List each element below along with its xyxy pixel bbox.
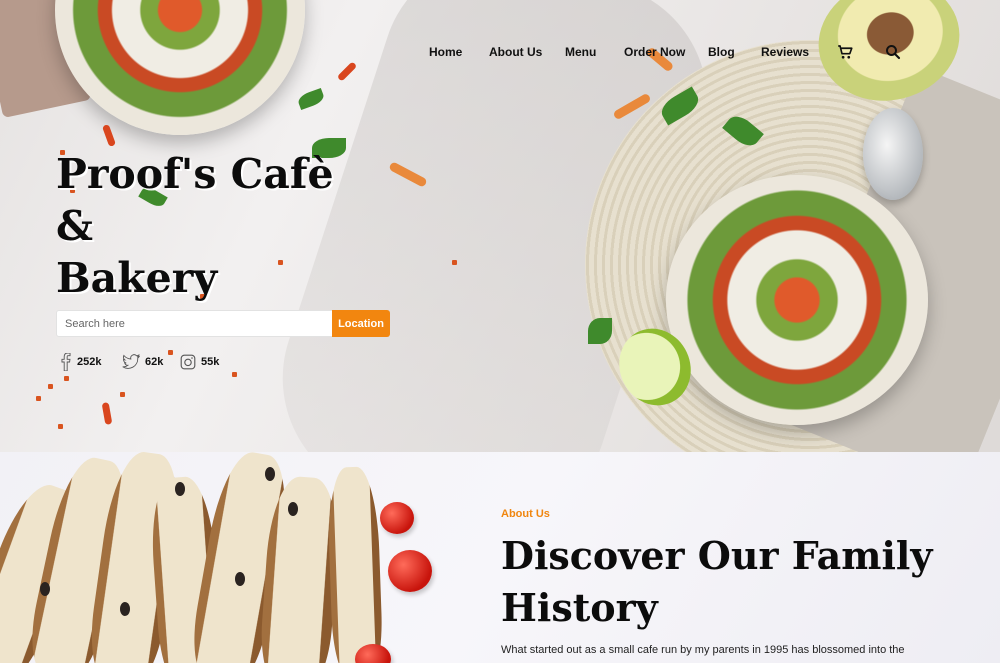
- instagram-count: 55k: [201, 356, 220, 368]
- spice-decoration: [36, 396, 41, 401]
- nav-about-us[interactable]: About Us: [489, 45, 542, 59]
- title-line: &: [56, 202, 94, 250]
- nav-order-now[interactable]: Order Now: [624, 45, 685, 59]
- olive-decoration: [175, 482, 185, 496]
- title-line: Proof's Cafè: [56, 150, 334, 198]
- olive-decoration: [265, 467, 275, 481]
- spice-decoration: [168, 350, 173, 355]
- instagram-icon: [180, 354, 196, 370]
- search-icon[interactable]: [884, 43, 902, 61]
- page-title: Proof's Cafè & Bakery: [56, 148, 386, 304]
- olive-decoration: [40, 582, 50, 596]
- section-eyebrow: About Us: [501, 508, 550, 520]
- nav-home[interactable]: Home: [429, 45, 462, 59]
- spice-decoration: [64, 376, 69, 381]
- olive-decoration: [235, 572, 245, 586]
- title-line: Bakery: [56, 254, 218, 302]
- nav-reviews[interactable]: Reviews: [761, 45, 809, 59]
- main-nav: Home About Us Menu Order Now Blog Review…: [0, 45, 1000, 65]
- spice-decoration: [48, 384, 53, 389]
- facebook-icon: [60, 353, 72, 371]
- food-bowl-image: [55, 0, 305, 135]
- section-text: What started out as a small cafe run by …: [501, 644, 905, 656]
- twitter-link[interactable]: 62k: [122, 352, 163, 372]
- bread-image: [326, 466, 384, 663]
- twitter-count: 62k: [145, 356, 164, 368]
- cart-icon[interactable]: [836, 43, 854, 61]
- twitter-icon: [122, 354, 140, 370]
- tomato-image: [355, 644, 391, 663]
- nav-menu[interactable]: Menu: [565, 45, 596, 59]
- nav-blog[interactable]: Blog: [708, 45, 735, 59]
- herb-decoration: [588, 318, 612, 344]
- location-button[interactable]: Location: [332, 310, 390, 337]
- olive-decoration: [120, 602, 130, 616]
- chili-decoration: [101, 123, 117, 148]
- about-section: About Us Discover Our Family History Wha…: [0, 452, 1000, 663]
- spice-decoration: [120, 392, 125, 397]
- olive-decoration: [288, 502, 298, 516]
- section-heading: Discover Our Family History: [501, 533, 933, 630]
- spoon-image: [863, 108, 923, 200]
- chili-decoration: [101, 402, 113, 425]
- facebook-link[interactable]: 252k: [60, 352, 101, 372]
- hero-section: Home About Us Menu Order Now Blog Review…: [0, 0, 1000, 452]
- tomato-image: [380, 502, 414, 534]
- instagram-link[interactable]: 55k: [180, 352, 219, 372]
- spice-decoration: [452, 260, 457, 265]
- spice-decoration: [232, 372, 237, 377]
- herb-decoration: [296, 87, 326, 111]
- food-bowl-image: [666, 175, 928, 425]
- tomato-image: [388, 550, 432, 592]
- spice-decoration: [58, 424, 63, 429]
- facebook-count: 252k: [77, 356, 102, 368]
- search-input[interactable]: [56, 310, 333, 337]
